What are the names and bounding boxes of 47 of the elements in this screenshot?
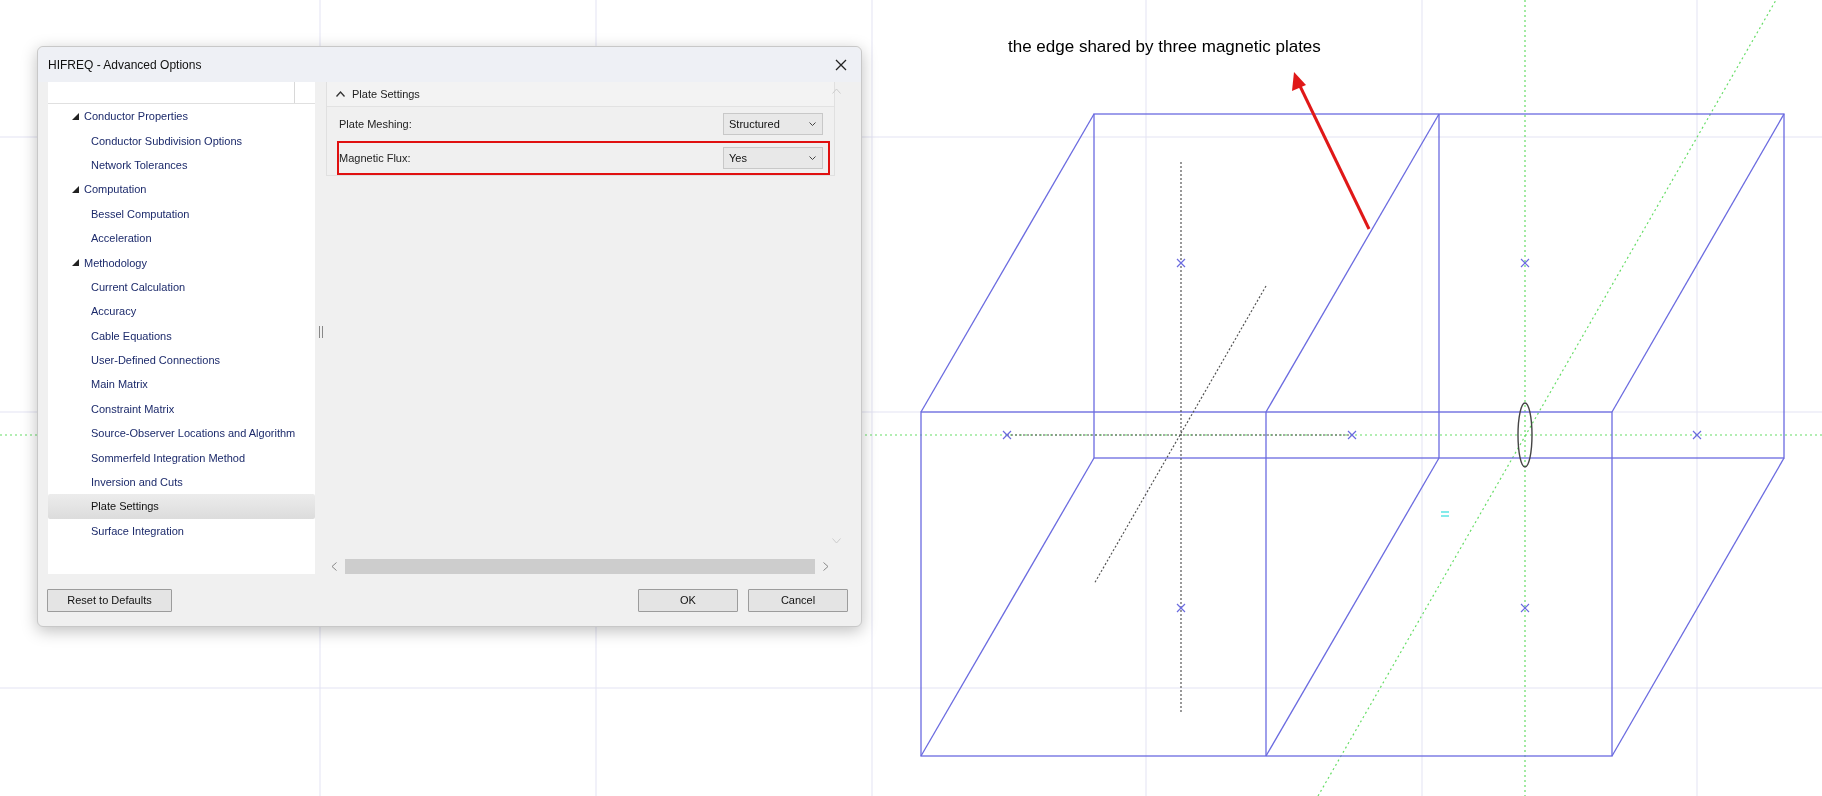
scrollbar-thumb[interactable] xyxy=(345,558,815,574)
tree-item[interactable]: Main Matrix xyxy=(48,372,315,397)
cross-marker xyxy=(1520,603,1530,613)
tree-item[interactable]: Inversion and Cuts xyxy=(48,469,315,495)
tree-item[interactable]: Methodology xyxy=(48,250,315,275)
setting-label: Magnetic Flux: xyxy=(339,152,411,164)
equals-marker xyxy=(1440,511,1450,517)
caret-icon xyxy=(809,122,816,126)
tree-item[interactable]: Computation xyxy=(48,177,315,202)
close-icon[interactable] xyxy=(835,58,847,71)
reset-button[interactable]: Reset to Defaults xyxy=(47,588,172,612)
tree-item[interactable]: Surface Integration xyxy=(48,518,315,544)
chevron-icon xyxy=(336,91,345,97)
cross-marker xyxy=(1692,430,1702,440)
splitter-handle[interactable] xyxy=(319,326,323,338)
ellipse-marker xyxy=(1517,402,1533,468)
tree-item[interactable]: Cable Equations xyxy=(48,323,315,348)
tree-item[interactable]: Plate Settings xyxy=(48,494,315,519)
cross-marker xyxy=(1002,430,1012,440)
cross-marker xyxy=(1520,258,1530,268)
scroll-right-icon[interactable] xyxy=(823,561,829,571)
expander-icon[interactable] xyxy=(72,185,79,193)
tree-item[interactable]: Sommerfeld Integration Method xyxy=(48,445,315,470)
tree-item[interactable]: Accuracy xyxy=(48,299,315,324)
tree-item[interactable]: Source-Observer Locations and Algorithm xyxy=(48,421,315,446)
cancel-button[interactable]: Cancel xyxy=(748,588,848,612)
tree-item[interactable]: Current Calculation xyxy=(48,274,315,300)
tree-item[interactable]: Constraint Matrix xyxy=(48,396,315,422)
cross-marker xyxy=(1176,258,1186,268)
ok-button[interactable]: OK xyxy=(638,588,738,612)
cross-marker xyxy=(1176,603,1186,613)
annotation-label: the edge shared by three magnetic plates xyxy=(1008,37,1321,56)
tree-item[interactable]: Acceleration xyxy=(48,225,315,251)
dropdown[interactable]: Yes xyxy=(723,147,823,169)
expander-icon[interactable] xyxy=(72,112,79,120)
tree-item[interactable]: User-Defined Connections xyxy=(48,347,315,373)
expander-icon[interactable] xyxy=(72,259,79,267)
tree-item[interactable]: Conductor Subdivision Options xyxy=(48,128,315,153)
setting-label: Plate Meshing: xyxy=(339,118,412,130)
dropdown[interactable]: Structured xyxy=(723,113,823,135)
tree-item[interactable]: Conductor Properties xyxy=(48,104,315,129)
tree-item[interactable]: Network Tolerances xyxy=(48,152,315,178)
window-title: HIFREQ - Advanced Options xyxy=(48,57,202,72)
scroll-left-icon[interactable] xyxy=(331,561,337,571)
cross-marker xyxy=(1347,430,1357,440)
tree-item[interactable]: Bessel Computation xyxy=(48,201,315,226)
caret-icon xyxy=(809,156,816,160)
